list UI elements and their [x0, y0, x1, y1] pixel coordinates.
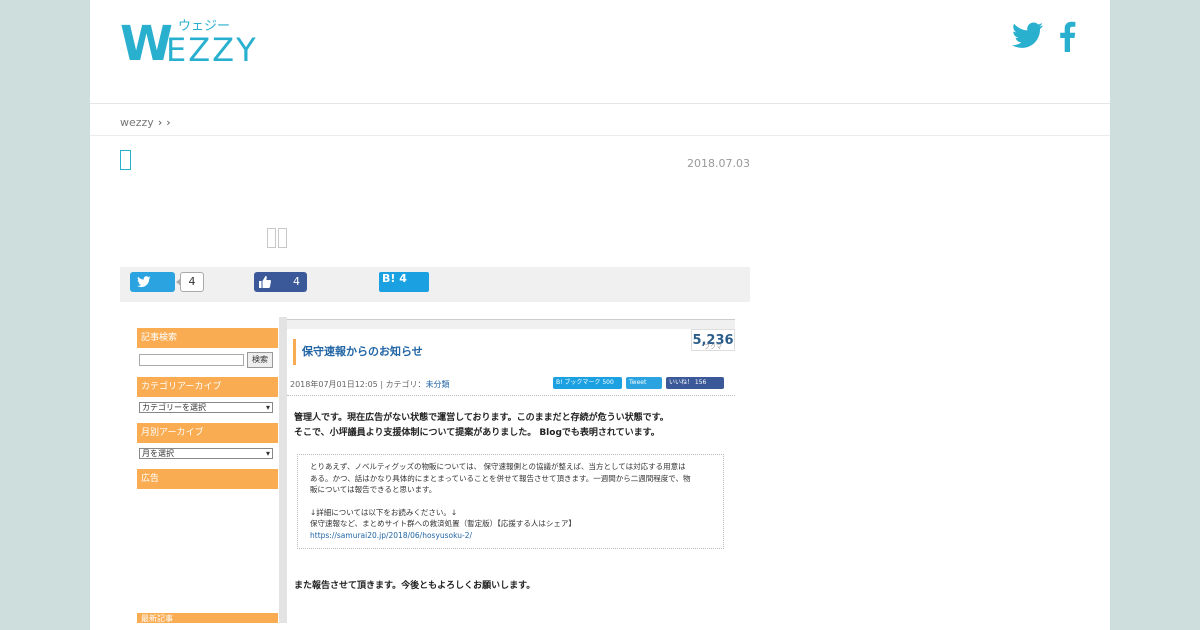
facebook-count: 4	[293, 275, 300, 288]
bookmark-count: 5,236 ブクマ	[691, 329, 735, 351]
sidebar-heading-search: 記事検索	[137, 328, 278, 348]
breadcrumb-separator: ›	[157, 116, 163, 129]
column-divider	[279, 317, 287, 623]
sidebar-heading-category: カテゴリアーカイブ	[137, 377, 278, 397]
post-meta: 2018年07月01日12:05 | カテゴリ：未分類	[290, 379, 450, 390]
post-date: 2018年07月01日12:05	[290, 380, 378, 389]
quote-line: 保守速報など、まとめサイト群への救済処置（暫定版）【応援する人はシェア】	[310, 519, 576, 528]
bookmark-count-unit: ブクマ	[704, 344, 723, 351]
post-category: 未分類	[425, 380, 450, 389]
logo-ezzy: EZZY	[166, 31, 258, 64]
category-select: カテゴリーを選択	[139, 402, 273, 413]
post-line: そこで、小坪議員より支援体制について提案がありました。 Blogでも表明されてい…	[294, 428, 660, 438]
post-like-button: いいね！ 156	[666, 377, 724, 389]
article-title	[120, 150, 131, 170]
post-divider	[287, 395, 735, 396]
share-bar: 4 4 B! 4	[120, 267, 750, 302]
tweet-button[interactable]	[130, 272, 175, 292]
sidebar-heading-ads: 広告	[137, 469, 278, 489]
breadcrumb-home[interactable]: wezzy	[120, 116, 154, 129]
sidebar-heading-monthly: 月別アーカイブ	[137, 423, 278, 443]
facebook-like-button[interactable]: 4	[254, 272, 307, 292]
breadcrumb: wezzy › ›	[120, 116, 171, 129]
hatena-count: 4	[399, 272, 407, 285]
search-input	[139, 354, 244, 366]
article-date: 2018.07.03	[687, 157, 750, 170]
search-button: 検索	[247, 352, 273, 368]
article-subtitle	[267, 228, 287, 248]
post-top-bar	[287, 319, 735, 329]
post-tweet-button: Tweet	[626, 377, 662, 389]
hatena-icon: B!	[382, 272, 396, 285]
quote-line: ↓詳細については以下をお読みください。↓	[310, 507, 458, 517]
quote-line: とりあえず、ノベルティグッズの物販については、 保守速報側との協議が整えば、当方…	[310, 462, 686, 471]
site-logo[interactable]: W EZZY ウェジー	[120, 14, 300, 64]
screenshot-sidebar: 記事検索 検索 カテゴリアーカイブ カテゴリーを選択 月別アーカイブ 月を選択 …	[135, 317, 279, 623]
screenshot-post: 保守速報からのお知らせ 5,236 ブクマ 2018年07月01日12:05 |…	[287, 317, 735, 623]
site-header: W EZZY ウェジー	[90, 0, 1110, 104]
monthly-select: 月を選択	[139, 448, 273, 459]
logo-kana: ウェジー	[178, 19, 230, 34]
quote-line: 販については報告できると思います。	[310, 485, 437, 494]
page: W EZZY ウェジー wezzy › › 2018.07.03 4 4 B! …	[90, 0, 1110, 630]
breadcrumb-separator: ›	[166, 116, 171, 129]
tweet-count: 4	[176, 272, 204, 292]
sidebar-heading-recent: 最新記事	[137, 613, 278, 623]
article-screenshot: 記事検索 検索 カテゴリアーカイブ カテゴリーを選択 月別アーカイブ 月を選択 …	[135, 317, 735, 623]
quote-link: https://samurai20.jp/2018/06/hosyusoku-2…	[310, 530, 473, 540]
twitter-icon	[137, 276, 151, 288]
post-share-buttons: B! ブックマーク 500 Tweet いいね！ 156	[553, 377, 724, 389]
post-meta-separator: | カテゴリ：	[377, 380, 426, 389]
hatena-bookmark-button[interactable]: B! 4	[379, 272, 429, 292]
post-closing: また報告させて頂きます。今後ともよろしくお願いします。	[294, 581, 536, 591]
thumbs-up-icon	[259, 276, 271, 288]
quote-line: ある。かつ、話はかなり具体的にまとまっていることを併せて報告させて頂きます。一週…	[310, 473, 691, 483]
post-paragraph: 管理人です。現在広告がない状態で運営しております。このままだと存続が危うい状態で…	[294, 411, 669, 441]
social-links	[1012, 20, 1076, 52]
post-hatena-button: B! ブックマーク 500	[553, 377, 622, 389]
post-quote: とりあえず、ノベルティグッズの物販については、 保守速報側との協議が整えば、当方…	[297, 454, 724, 549]
divider	[90, 135, 1110, 136]
logo-w: W	[120, 16, 173, 64]
facebook-icon[interactable]	[1058, 20, 1076, 52]
post-line: 管理人です。現在広告がない状態で運営しております。このままだと存続が危うい状態で…	[294, 413, 669, 423]
twitter-icon[interactable]	[1012, 22, 1044, 50]
post-title: 保守速報からのお知らせ	[293, 339, 423, 365]
